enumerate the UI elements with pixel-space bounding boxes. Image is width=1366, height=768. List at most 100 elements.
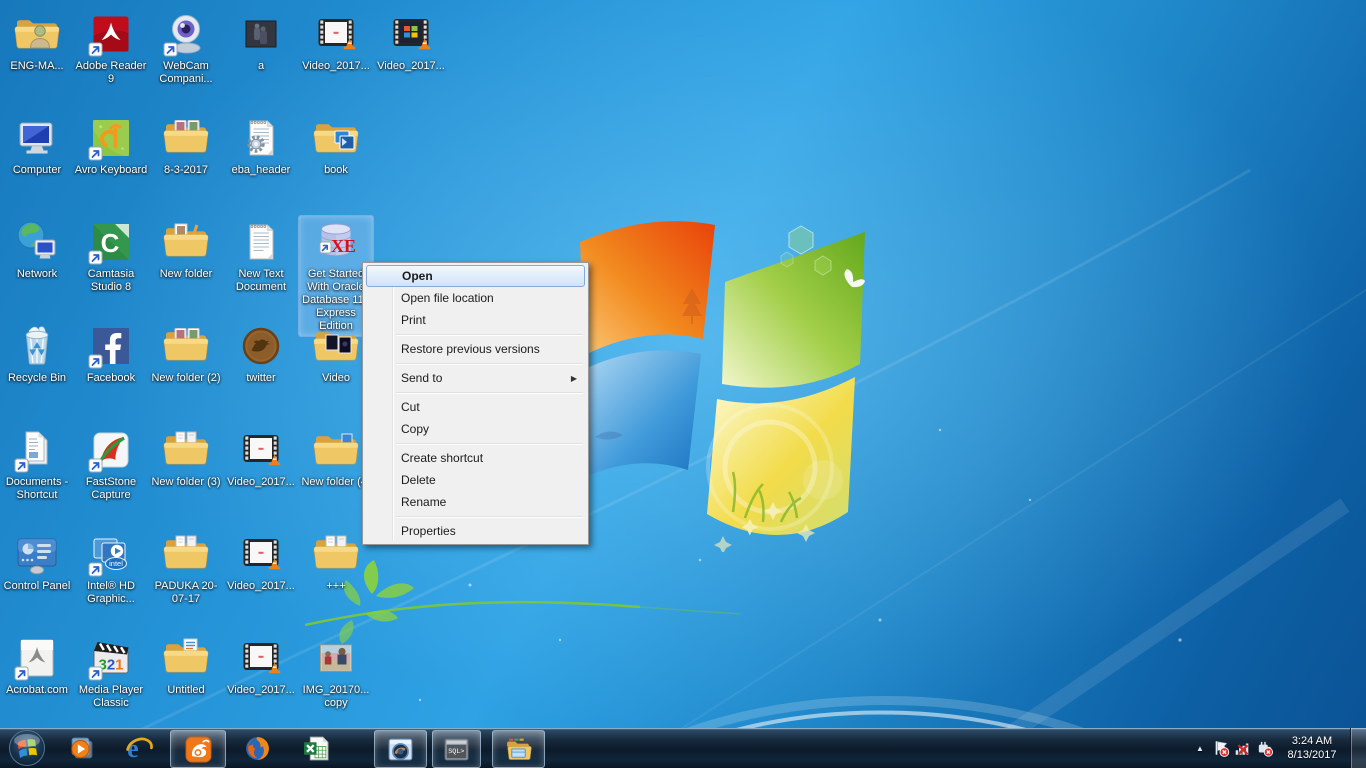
sqlplus-icon: SQL> [444,738,469,760]
power-status-icon[interactable] [1254,728,1276,768]
context-menu-item-rename[interactable]: Rename [365,491,586,513]
taskbar-button-photo-viewer[interactable] [374,730,427,768]
icon-label: New folder (3) [151,476,221,488]
desktop-icon-video-2017-b[interactable]: Video_2017... [374,8,448,76]
desktop-icon-video-2017-d[interactable]: Video_2017... [224,528,298,596]
desktop-icon-video-2017-e[interactable]: Video_2017... [224,632,298,700]
show-desktop-button[interactable] [1350,728,1366,768]
icon-label: Video_2017... [227,580,295,592]
show-hidden-icons-button[interactable]: ▲ [1190,744,1210,753]
network-icon [13,218,61,266]
desktop-icon-control-panel[interactable]: Control Panel [0,528,74,596]
taskbar-button-excel[interactable] [296,730,334,766]
desktop-icon-new-folder[interactable]: New folder [149,216,223,284]
video-2017-c-icon [237,426,285,474]
context-menu-item-restore-previous-versions[interactable]: Restore previous versions [365,338,586,360]
new-text-document-icon [237,218,285,266]
start-button[interactable] [8,729,46,767]
desktop-icon-recycle-bin[interactable]: Recycle Bin [0,320,74,388]
desktop-icon-faststone-capture[interactable]: FastStone Capture [74,424,148,505]
desktop-icon-video-2017-a[interactable]: Video_2017... [299,8,373,76]
untitled-folder-icon [162,634,210,682]
screen: ENG-MA... Adobe Reader 9 WebCam Compani...… [0,0,1366,768]
desktop-icon-documents-shortcut[interactable]: Documents - Shortcut [0,424,74,505]
desktop-icon-facebook[interactable]: Facebook [74,320,148,388]
icon-label: Media Player Classic [78,684,144,709]
desktop-icon-new-text-document[interactable]: New Text Document [224,216,298,297]
desktop-icon-media-player-classic[interactable]: 321 Media Player Classic [74,632,148,713]
icon-label: Facebook [86,372,136,384]
desktop-icon-eba-header[interactable]: eba_header [224,112,298,180]
desktop-icon-img-20170-copy[interactable]: IMG_20170... copy [299,632,373,713]
icon-label: eba_header [231,164,291,176]
taskbar-button-internet-explorer[interactable]: e [120,730,158,766]
desktop-icon-intel-hd-graphics[interactable]: intel Intel® HD Graphic... [74,528,148,609]
icon-label: Video_2017... [227,684,295,696]
twitter-icon [237,322,285,370]
facebook-icon [87,322,135,370]
desktop-icon-photo-a[interactable]: a [224,8,298,76]
acrobat-com-icon [13,634,61,682]
taskbar-button-sqlplus[interactable]: SQL> [432,730,481,768]
shortcut-arrow-icon [88,562,103,577]
icon-label: New Text Document [235,268,287,293]
context-menu-item-cut[interactable]: Cut [365,396,586,418]
shortcut-arrow-icon [14,458,29,473]
taskbar-button-firefox[interactable] [238,730,276,766]
shortcut-arrow-icon [88,42,103,57]
icon-label: IMG_20170... copy [302,684,370,709]
desktop-icon-network[interactable]: Network [0,216,74,284]
context-menu-separator [396,516,583,517]
context-menu-item-open[interactable]: Open [366,265,585,287]
taskbar-button-windows-explorer[interactable] [492,730,545,768]
new-folder-2-icon [162,322,210,370]
context-menu-item-delete[interactable]: Delete [365,469,586,491]
desktop-icon-video-2017-c[interactable]: Video_2017... [224,424,298,492]
windows-explorer-icon [507,738,532,760]
desktop-icon-twitter[interactable]: twitter [224,320,298,388]
desktop-icon-untitled-folder[interactable]: Untitled [149,632,223,700]
desktop-icon-avro-keyboard[interactable]: Avro Keyboard [74,112,148,180]
context-menu-item-send-to[interactable]: Send to ▶ [365,367,586,389]
icon-label: Adobe Reader 9 [75,60,147,85]
system-tray: ▲ 3:24 AM 8/13/2017 [1190,728,1366,768]
context-menu-item-create-shortcut[interactable]: Create shortcut [365,447,586,469]
context-menu-item-properties[interactable]: Properties [365,520,586,542]
taskbar-clock[interactable]: 3:24 AM 8/13/2017 [1280,734,1344,762]
shortcut-arrow-icon [88,354,103,369]
desktop-icon-webcam-companion[interactable]: WebCam Compani... [149,8,223,89]
desktop-icon-acrobat-com[interactable]: Acrobat.com [0,632,74,700]
context-menu-separator [396,392,583,393]
desktop-icon-adobe-reader-9[interactable]: Adobe Reader 9 [74,8,148,89]
desktop-icon-eng-ma-folder[interactable]: ENG-MA... [0,8,74,76]
action-center-icon[interactable] [1210,728,1232,768]
shortcut-arrow-icon [14,666,29,681]
context-menu-item-print[interactable]: Print [365,309,586,331]
desktop-icon-computer[interactable]: Computer [0,112,74,180]
video-2017-a-icon [312,10,360,58]
img-20170-copy-icon [312,634,360,682]
desktop-icon-paduka-20-07-17[interactable]: PADUKA 20-07-17 [149,528,223,609]
desktop-icon-folder-8-3-2017[interactable]: 8-3-2017 [149,112,223,180]
desktop-icon-book-folder[interactable]: book [299,112,373,180]
icon-label: Video_2017... [302,60,370,72]
control-panel-icon [13,530,61,578]
network-status-icon[interactable] [1232,728,1254,768]
icon-label: Network [16,268,58,280]
firefox-icon [245,736,269,760]
icon-label: Control Panel [3,580,71,592]
context-menu-item-open-file-location[interactable]: Open file location [365,287,586,309]
taskbar-button-uc-browser[interactable] [170,730,226,768]
icon-label: New folder (2) [151,372,221,384]
video-folder-icon [312,322,360,370]
shortcut-arrow-icon [88,146,103,161]
eba-header-icon [237,114,285,162]
svg-text:C: C [101,228,120,258]
desktop-icon-new-folder-2[interactable]: New folder (2) [149,320,223,388]
clock-time: 3:24 AM [1291,735,1333,747]
taskbar-button-windows-media-player[interactable] [62,730,100,766]
desktop-icon-new-folder-3[interactable]: New folder (3) [149,424,223,492]
internet-explorer-icon: e [125,734,153,762]
desktop-icon-camtasia-studio-8[interactable]: C Camtasia Studio 8 [74,216,148,297]
context-menu-item-copy[interactable]: Copy [365,418,586,440]
